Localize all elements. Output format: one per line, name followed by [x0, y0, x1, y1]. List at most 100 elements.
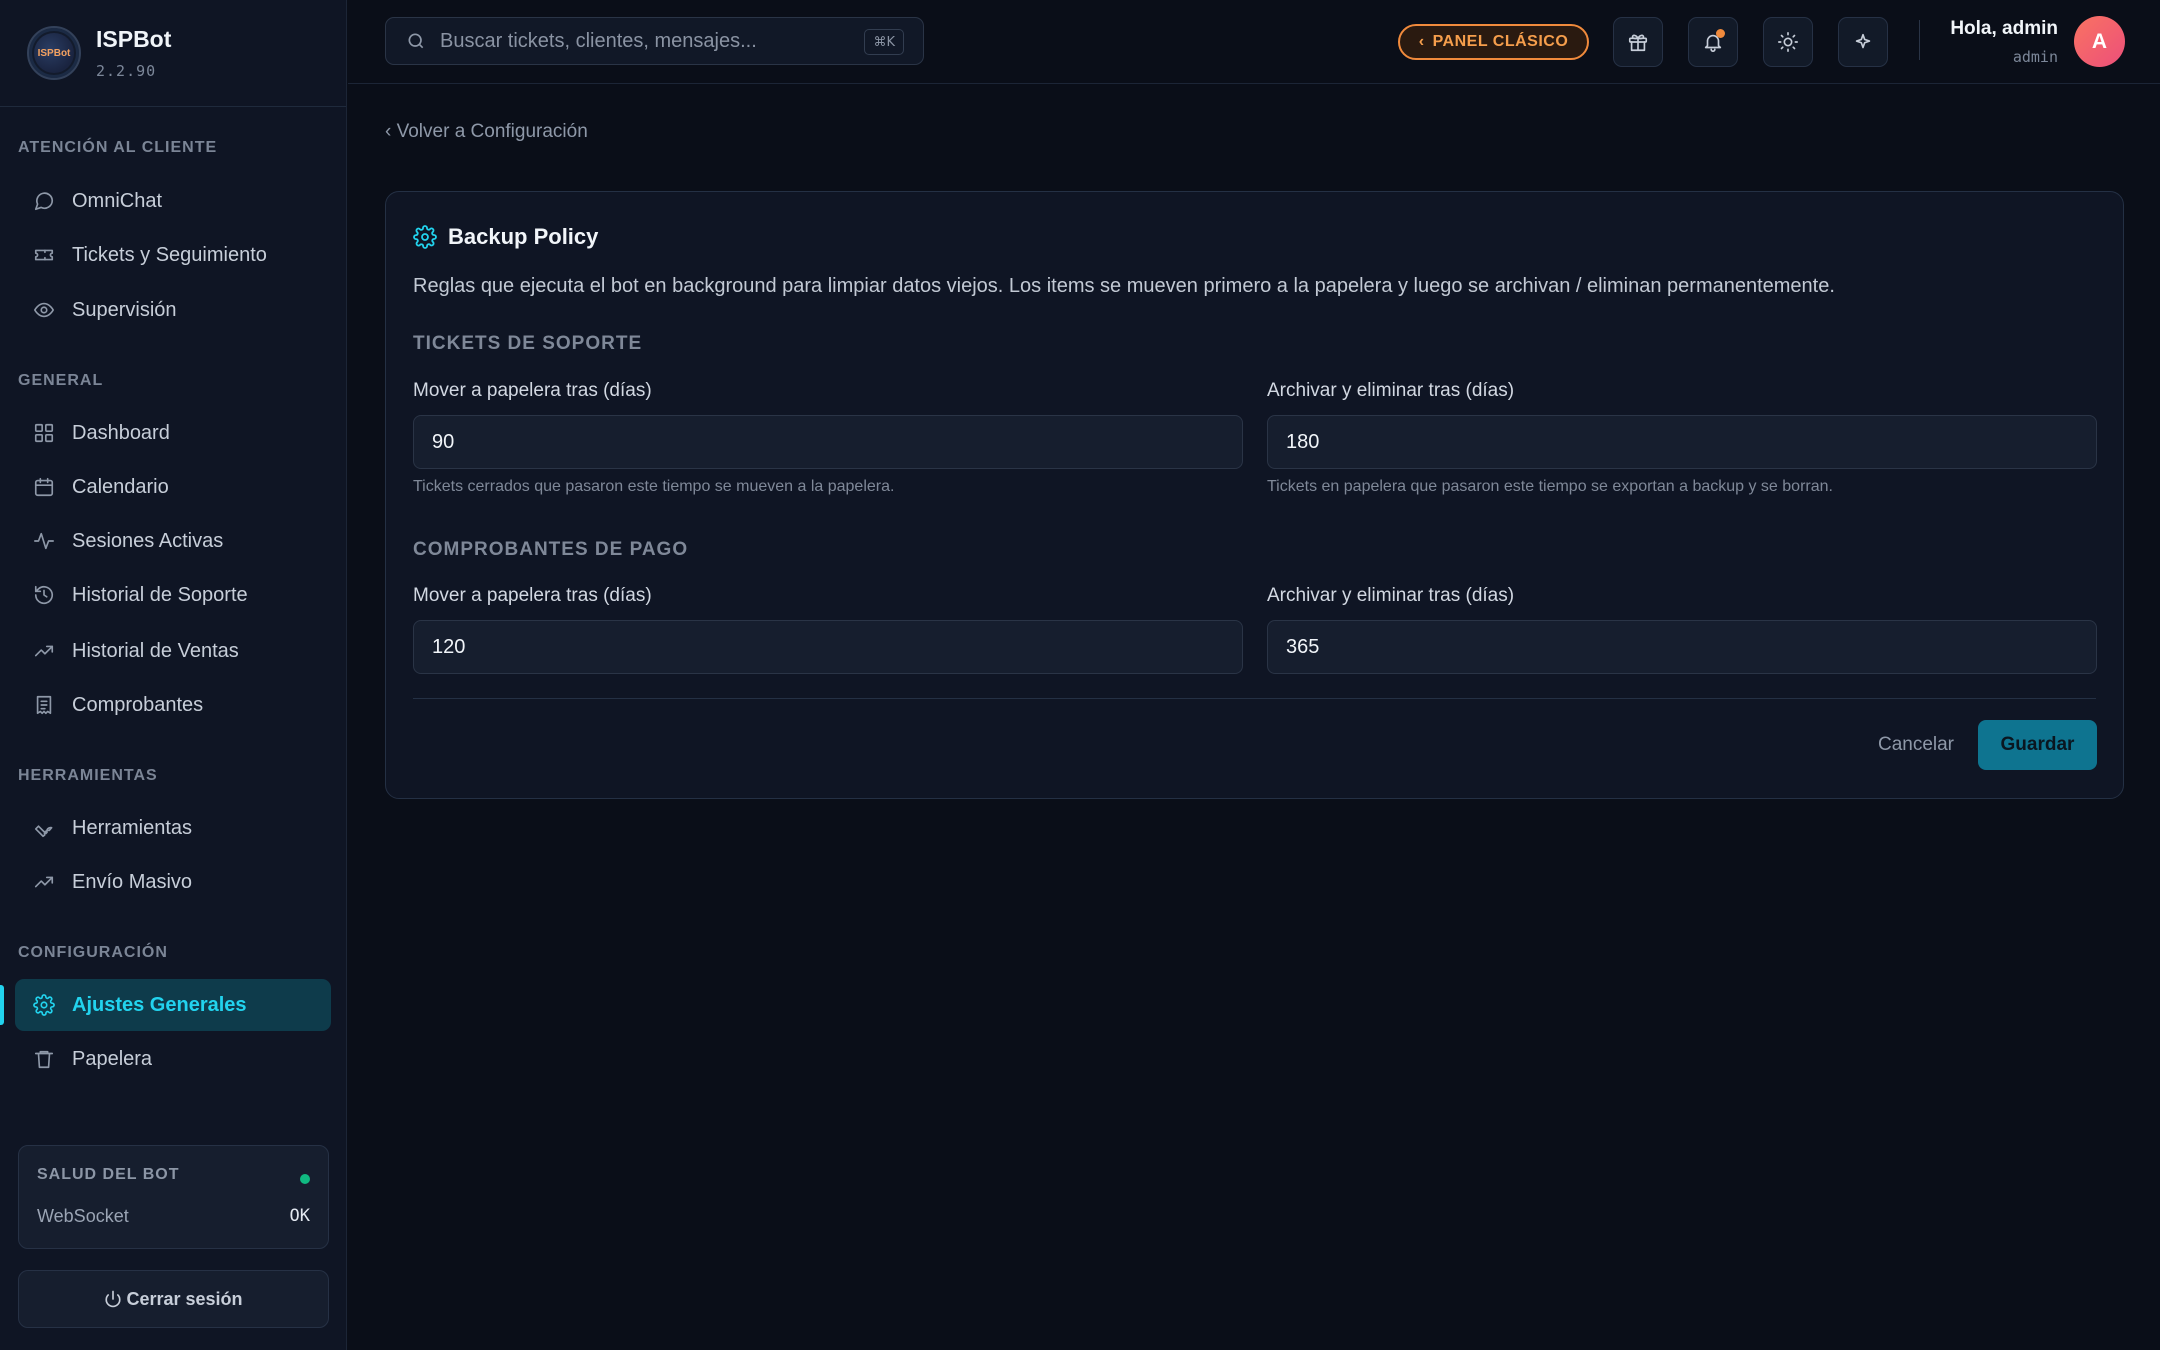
wrench-icon — [33, 817, 55, 839]
trash-icon — [33, 1048, 55, 1070]
sidebar-item-label: Herramientas — [72, 816, 193, 839]
field-label: Mover a papelera tras (días) — [413, 585, 652, 606]
nav-section-title: GENERAL — [18, 372, 104, 389]
sidebar-item-label: Ajustes Generales — [72, 993, 247, 1016]
gift-icon — [1628, 34, 1648, 52]
gear-icon — [413, 225, 437, 249]
brand-version: 2.2.90 — [96, 62, 157, 80]
ticket-icon — [33, 244, 55, 266]
sidebar-item-omnichat[interactable]: OmniChat — [15, 175, 331, 227]
card-title: Backup Policy — [448, 224, 599, 249]
trending-icon — [33, 871, 55, 893]
brand-logo-mark: ISPBot — [34, 33, 74, 73]
sidebar-item-tickets[interactable]: Tickets y Seguimiento — [15, 229, 331, 281]
sidebar-item-label: Historial de Ventas — [72, 639, 239, 662]
field-help: Tickets cerrados que pasaron este tiempo… — [413, 478, 895, 495]
sidebar-item-sesiones[interactable]: Sesiones Activas — [15, 515, 331, 567]
backup-policy-card: Backup Policy Reglas que ejecuta el bot … — [385, 191, 2124, 799]
receipts-archive-days-input[interactable]: 365 — [1267, 620, 2097, 674]
chat-icon — [33, 190, 55, 212]
sidebar-item-comprobantes[interactable]: Comprobantes — [15, 679, 331, 731]
field-label: Mover a papelera tras (días) — [413, 380, 652, 401]
websocket-label: WebSocket — [37, 1206, 129, 1226]
card-header: Backup Policy — [413, 224, 598, 250]
sparkle-icon — [1855, 33, 1871, 49]
brand-logo: ISPBot — [27, 26, 81, 80]
bot-health-panel: SALUD DEL BOT WebSocket OK — [18, 1145, 329, 1249]
sidebar-item-label: OmniChat — [72, 189, 163, 212]
gift-button[interactable] — [1613, 17, 1663, 67]
receipt-icon — [33, 694, 55, 716]
sidebar-item-herramientas[interactable]: Herramientas — [15, 802, 331, 854]
sidebar-item-historial-ventas[interactable]: Historial de Ventas — [15, 625, 331, 677]
receipts-trash-days-input[interactable]: 120 — [413, 620, 1243, 674]
save-button[interactable]: Guardar — [1978, 720, 2097, 770]
search-icon — [408, 33, 424, 49]
card-description: Reglas que ejecuta el bot en background … — [413, 275, 1835, 297]
grid-icon — [33, 422, 55, 444]
sidebar-item-label: Envío Masivo — [72, 870, 193, 893]
power-icon — [105, 1290, 121, 1308]
nav-section-title: ATENCIÓN AL CLIENTE — [18, 139, 218, 156]
search-placeholder: Buscar tickets, clientes, mensajes... — [440, 29, 757, 52]
topbar-divider — [1919, 20, 1920, 60]
sidebar-item-label: Comprobantes — [72, 693, 204, 716]
classic-panel-button[interactable]: ‹ PANEL CLÁSICO — [1398, 24, 1589, 60]
user-role: admin — [2012, 48, 2058, 66]
sidebar-item-label: Tickets y Seguimiento — [72, 243, 267, 266]
notifications-button[interactable] — [1688, 17, 1738, 67]
user-greeting-name: Hola, admin — [1950, 18, 2058, 39]
sidebar-item-envio-masivo[interactable]: Envío Masivo — [15, 856, 331, 908]
brand-name: ISPBot — [96, 26, 172, 52]
notification-dot — [1716, 29, 1725, 38]
classic-panel-label: PANEL CLÁSICO — [1432, 33, 1569, 50]
websocket-status: OK — [289, 1206, 310, 1226]
user-greeting: Hola, admin admin — [1950, 18, 2058, 66]
sidebar-item-calendario[interactable]: Calendario — [15, 461, 331, 513]
field-help: Tickets en papelera que pasaron este tie… — [1267, 478, 1833, 495]
chevron-left-icon: ‹ — [1418, 33, 1425, 50]
search-input[interactable]: Buscar tickets, clientes, mensajes... ⌘K — [385, 17, 924, 65]
eye-icon — [33, 299, 55, 321]
trending-icon — [33, 640, 55, 662]
logout-button[interactable]: Cerrar sesión — [18, 1270, 329, 1328]
sidebar-item-historial-soporte[interactable]: Historial de Soporte — [15, 569, 331, 621]
tickets-trash-days-input[interactable]: 90 — [413, 415, 1243, 469]
field-label: Archivar y eliminar tras (días) — [1267, 380, 1515, 401]
sidebar-item-label: Historial de Soporte — [72, 583, 248, 606]
sidebar: ISPBot ISPBot 2.2.90 ATENCIÓN AL CLIENTE… — [0, 0, 347, 1350]
sidebar-item-supervision[interactable]: Supervisión — [15, 284, 331, 336]
nav-section-title: CONFIGURACIÓN — [18, 944, 168, 961]
theme-toggle-button[interactable] — [1763, 17, 1813, 67]
avatar[interactable]: A — [2074, 16, 2125, 67]
gear-icon — [33, 994, 55, 1016]
sidebar-item-label: Dashboard — [72, 421, 170, 444]
sun-icon — [1778, 32, 1798, 52]
section-title-tickets: TICKETS DE SOPORTE — [413, 333, 643, 354]
back-to-settings-link[interactable]: ‹ Volver a Configuración — [385, 121, 588, 143]
sidebar-item-ajustes-generales[interactable]: Ajustes Generales — [15, 979, 331, 1031]
tickets-archive-days-input[interactable]: 180 — [1267, 415, 2097, 469]
health-status-dot — [300, 1174, 310, 1184]
history-icon — [33, 584, 55, 606]
bot-health-title: SALUD DEL BOT — [37, 1166, 180, 1183]
activity-icon — [33, 530, 55, 552]
sidebar-item-label: Sesiones Activas — [72, 529, 224, 552]
ai-assistant-button[interactable] — [1838, 17, 1888, 67]
sidebar-item-label: Papelera — [72, 1047, 153, 1070]
brand[interactable]: ISPBot ISPBot 2.2.90 — [0, 0, 346, 107]
logout-label: Cerrar sesión — [126, 1288, 243, 1309]
topbar: Buscar tickets, clientes, mensajes... ⌘K… — [348, 0, 2160, 84]
sidebar-item-label: Calendario — [72, 475, 169, 498]
active-indicator — [0, 985, 4, 1025]
sidebar-item-dashboard[interactable]: Dashboard — [15, 407, 331, 459]
field-label: Archivar y eliminar tras (días) — [1267, 585, 1515, 606]
sidebar-item-papelera[interactable]: Papelera — [15, 1033, 331, 1085]
calendar-icon — [33, 476, 55, 498]
section-title-comprobantes: COMPROBANTES DE PAGO — [413, 539, 689, 560]
sidebar-item-label: Supervisión — [72, 298, 177, 321]
search-shortcut: ⌘K — [864, 29, 904, 55]
nav-section-title: HERRAMIENTAS — [18, 767, 158, 784]
cancel-button[interactable]: Cancelar — [1856, 720, 1976, 770]
card-divider — [413, 698, 2096, 699]
